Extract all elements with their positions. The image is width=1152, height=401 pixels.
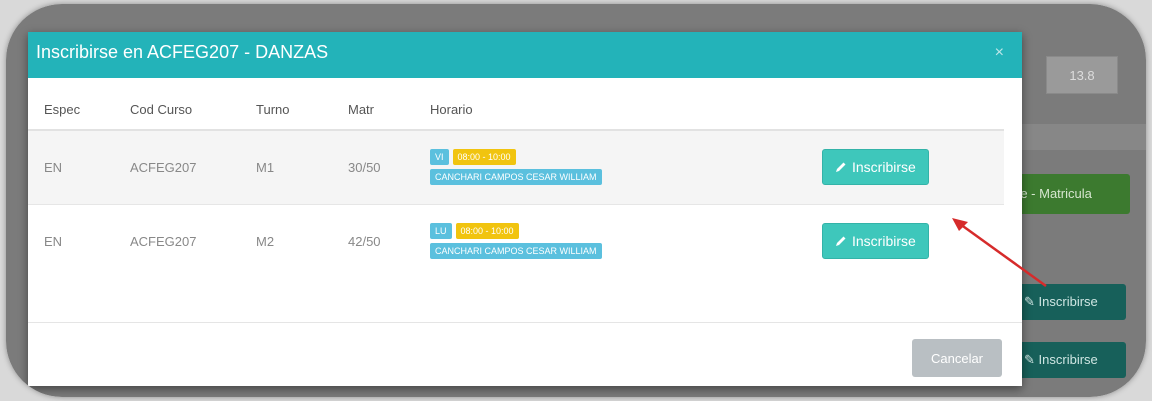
screenshot-frame: 13.8 re - Matricula ✎ Inscribirse ✎ Insc…	[6, 4, 1146, 397]
table-row: EN ACFEG207 M1 30/50 VI 08:00 - 10:00 CA…	[28, 130, 1004, 204]
pencil-icon	[836, 162, 846, 173]
day-badge: VI	[430, 149, 449, 166]
cell-turno: M1	[256, 159, 275, 175]
time-badge: 08:00 - 10:00	[452, 149, 516, 166]
modal-footer: Cancelar	[28, 322, 1022, 387]
pencil-icon: ✎	[1024, 294, 1035, 309]
modal-title: Inscribirse en ACFEG207 - DANZAS	[36, 42, 329, 62]
inscribirse-label: Inscribirse	[852, 159, 916, 176]
annotation-arrow	[952, 218, 1047, 288]
pencil-icon: ✎	[1024, 352, 1035, 367]
background-inscribirse-label: Inscribirse	[1038, 294, 1098, 309]
column-header-matr: Matr	[332, 78, 414, 131]
column-header-horario: Horario	[414, 78, 806, 131]
column-header-cod-curso: Cod Curso	[114, 78, 240, 131]
cell-espec: EN	[44, 233, 63, 249]
professor-badge: CANCHARI CAMPOS CESAR WILLIAM	[430, 243, 602, 260]
time-badge: 08:00 - 10:00	[455, 223, 519, 240]
background-inscribirse-label: Inscribirse	[1038, 352, 1098, 367]
inscribirse-label: Inscribirse	[852, 233, 916, 250]
cell-action: Inscribirse	[806, 130, 1004, 204]
professor-badge: CANCHARI CAMPOS CESAR WILLIAM	[430, 169, 602, 186]
inscribirse-button[interactable]: Inscribirse	[822, 223, 929, 260]
day-badge: LU	[430, 223, 452, 240]
cell-horario: LU 08:00 - 10:00 CANCHARI CAMPOS CESAR W…	[414, 204, 806, 278]
cell-horario: VI 08:00 - 10:00 CANCHARI CAMPOS CESAR W…	[414, 130, 806, 204]
column-header-turno: Turno	[240, 78, 332, 131]
modal-header: Inscribirse en ACFEG207 - DANZAS ×	[28, 32, 1022, 78]
cell-matr: 42/50	[348, 233, 381, 249]
background-grade-field: 13.8	[1046, 56, 1118, 94]
table-row: EN ACFEG207 M2 42/50 LU 08:00 - 10:00 CA…	[28, 204, 1004, 278]
cell-espec: EN	[44, 159, 63, 175]
table-header-row: Espec Cod Curso Turno Matr Horario	[28, 78, 1004, 131]
column-header-action	[806, 78, 1004, 131]
enroll-modal: Inscribirse en ACFEG207 - DANZAS × Espec…	[28, 32, 1022, 386]
close-icon[interactable]: ×	[995, 44, 1004, 62]
column-header-espec: Espec	[28, 78, 114, 131]
cell-cod-curso: ACFEG207	[130, 159, 197, 175]
background-inscribirse-button: ✎ Inscribirse	[1016, 342, 1126, 378]
pencil-icon	[836, 236, 846, 247]
cancel-button[interactable]: Cancelar	[912, 339, 1002, 377]
cell-turno: M2	[256, 233, 275, 249]
cell-matr: 30/50	[348, 159, 381, 175]
background-matricula-button: re - Matricula	[1012, 174, 1130, 214]
background-bar	[1014, 124, 1146, 150]
cell-cod-curso: ACFEG207	[130, 233, 197, 249]
sections-table: Espec Cod Curso Turno Matr Horario EN AC…	[28, 78, 1004, 278]
inscribirse-button[interactable]: Inscribirse	[822, 149, 929, 186]
